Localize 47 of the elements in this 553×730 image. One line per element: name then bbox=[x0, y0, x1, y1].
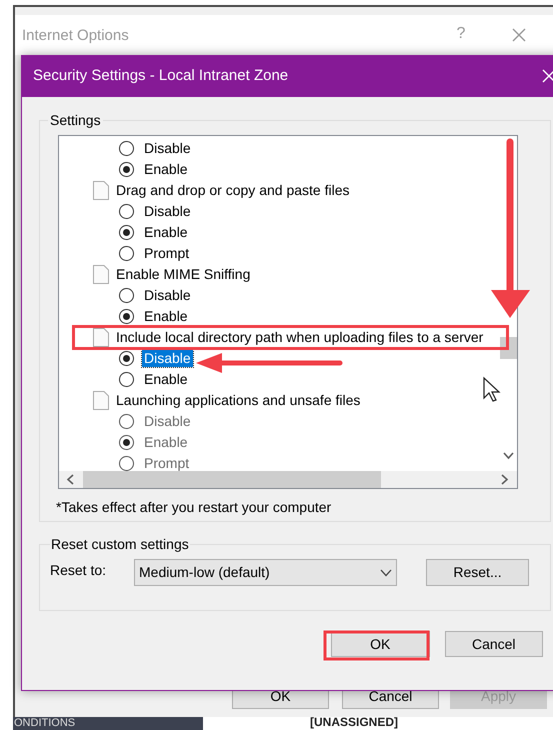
reset-button[interactable]: Reset... bbox=[426, 559, 529, 586]
field-value: [UNASSIGNED] bbox=[310, 716, 398, 729]
footnote: *Takes effect after you restart your computer bbox=[56, 498, 332, 517]
group-label: Reset custom settings bbox=[50, 535, 190, 554]
radio-button[interactable] bbox=[119, 288, 134, 303]
option-label: Disable bbox=[143, 287, 192, 304]
radio-button[interactable] bbox=[119, 309, 134, 324]
radio-button[interactable] bbox=[119, 225, 134, 240]
option-label: Enable bbox=[143, 371, 189, 388]
dialog-button[interactable]: Cancel bbox=[444, 631, 543, 657]
group-label: Settings bbox=[49, 111, 102, 130]
radio-button[interactable] bbox=[119, 372, 134, 387]
option-label: Enable bbox=[143, 308, 189, 325]
chevron-down-icon bbox=[380, 568, 392, 576]
option-label: Prompt bbox=[143, 455, 190, 472]
radio-button[interactable] bbox=[119, 246, 134, 261]
radio-button[interactable] bbox=[119, 351, 134, 366]
option-label: Enable bbox=[143, 161, 189, 178]
chevron-down-icon[interactable] bbox=[503, 450, 514, 461]
setting-label: Launching applications and unsafe files bbox=[116, 392, 360, 409]
close-icon bbox=[541, 68, 553, 84]
document-icon bbox=[93, 391, 109, 410]
option-label: Prompt bbox=[143, 245, 190, 262]
option-label: Disable bbox=[143, 140, 192, 157]
dialog-title: Security Settings - Local Intranet Zone bbox=[33, 66, 288, 86]
setting-label: Enable MIME Sniffing bbox=[116, 266, 250, 283]
field-label: Reset to: bbox=[50, 561, 108, 580]
radio-button[interactable] bbox=[119, 204, 134, 219]
setting-label: Drag and drop or copy and paste files bbox=[116, 182, 350, 199]
tab-label: ONDITIONS bbox=[14, 717, 76, 730]
setting-label: Include local directory path when uploading files to a server bbox=[116, 329, 484, 346]
close-icon bbox=[511, 27, 527, 43]
option-label: Enable bbox=[143, 434, 189, 451]
chevron-left-icon[interactable] bbox=[66, 474, 76, 485]
chevron-right-icon[interactable] bbox=[499, 474, 509, 485]
radio-button[interactable] bbox=[119, 141, 134, 156]
radio-button[interactable] bbox=[119, 162, 134, 177]
option-label: Disable bbox=[142, 350, 193, 367]
document-icon bbox=[93, 328, 109, 347]
scrollbar-thumb[interactable] bbox=[83, 471, 381, 488]
document-icon bbox=[93, 265, 109, 284]
document-icon bbox=[93, 181, 109, 200]
option-label: Enable bbox=[143, 224, 189, 241]
option-label: Disable bbox=[143, 413, 192, 430]
window-title: Internet Options bbox=[22, 26, 129, 46]
option-label: Disable bbox=[143, 203, 192, 220]
reset-dropdown[interactable]: Medium-low (default) bbox=[134, 559, 397, 586]
